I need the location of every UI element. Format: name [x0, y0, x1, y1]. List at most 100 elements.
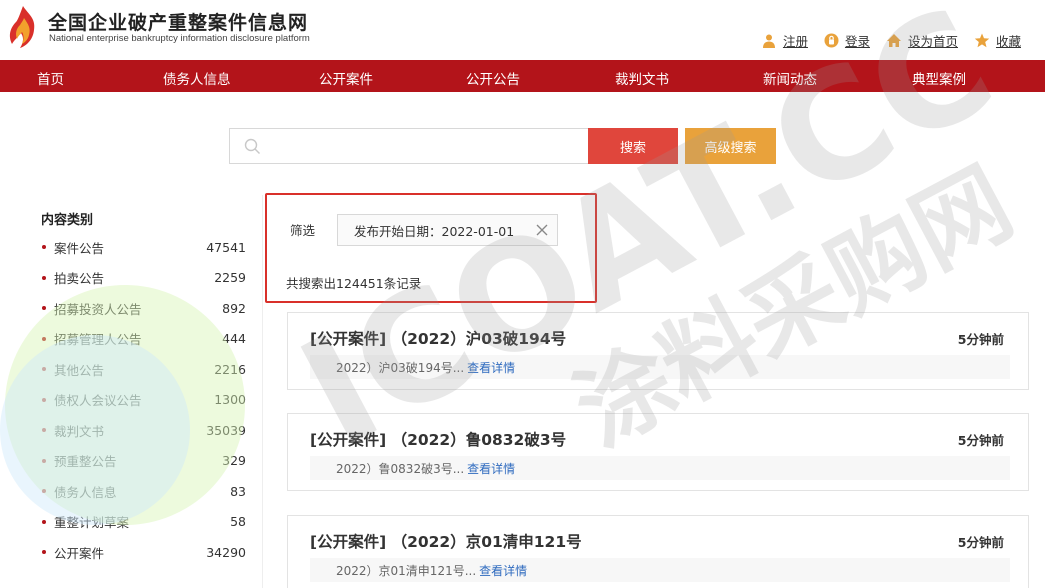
user-icon — [762, 34, 775, 48]
filter-label: 筛选 — [290, 223, 316, 238]
bullet-icon — [42, 336, 46, 341]
nav-public-notices[interactable]: 公开公告 — [466, 68, 520, 88]
nav-home[interactable]: 首页 — [37, 68, 64, 88]
set-homepage-link[interactable]: 设为首页 — [886, 31, 958, 50]
nav-news[interactable]: 新闻动态 — [763, 68, 817, 88]
bullet-icon — [42, 519, 46, 524]
view-details-link[interactable]: 查看详情 — [467, 460, 515, 477]
set-homepage-label: 设为首页 — [907, 34, 958, 49]
category-name: 重整计划草案 — [54, 515, 130, 531]
category-name: 案件公告 — [54, 240, 105, 256]
bullet-icon — [42, 275, 46, 280]
snippet-text: 2022）京01清申121号... — [336, 563, 477, 578]
site-header: 全国企业破产重整案件信息网 National enterprise bankru… — [0, 0, 1045, 60]
nav-typical-cases[interactable]: 典型案例 — [912, 68, 966, 88]
flame-logo-icon[interactable] — [6, 4, 40, 50]
register-label: 注册 — [782, 34, 808, 49]
star-icon — [974, 33, 990, 48]
nav-public-cases[interactable]: 公开案件 — [319, 68, 373, 88]
category-count: 47541 — [206, 239, 246, 255]
category-other-notice[interactable]: 其他公告 2216 — [40, 354, 246, 385]
result-title[interactable]: [公开案件] （2022）京01清申121号 — [310, 530, 582, 552]
advanced-search-button[interactable]: 高级搜索 — [685, 128, 776, 164]
bullet-icon — [42, 458, 46, 463]
snippet-text: 2022）沪03破194号... — [336, 360, 465, 375]
site-title: 全国企业破产重整案件信息网 — [48, 12, 309, 34]
login-label: 登录 — [844, 34, 870, 49]
category-debtor-info[interactable]: 债务人信息 83 — [40, 476, 246, 507]
category-count: 329 — [222, 453, 246, 469]
category-administrator-recruit[interactable]: 招募管理人公告 444 — [40, 324, 246, 355]
result-time: 5分钟前 — [957, 433, 1004, 448]
login-link[interactable]: 登录 — [824, 31, 870, 50]
result-title[interactable]: [公开案件] （2022）沪03破194号 — [310, 327, 566, 349]
category-count: 35039 — [206, 422, 246, 438]
result-count: 共搜索出124451条记录 — [286, 276, 422, 291]
result-time: 5分钟前 — [957, 332, 1004, 347]
nav-debtor-info[interactable]: 债务人信息 — [163, 68, 231, 88]
category-name: 裁判文书 — [54, 423, 105, 439]
category-public-cases[interactable]: 公开案件 34290 — [40, 537, 246, 568]
main-nav: 首页 债务人信息 公开案件 公开公告 裁判文书 新闻动态 典型案例 — [0, 60, 1045, 92]
category-count: 83 — [230, 483, 246, 499]
top-links: 注册 登录 设为首页 收藏 — [745, 31, 1021, 50]
search-icon — [244, 138, 260, 154]
category-name: 债权人会议公告 — [54, 393, 142, 409]
category-list: 案件公告 47541 拍卖公告 2259 招募投资人公告 892 招募管理人公告 444… — [40, 232, 246, 568]
category-count: 1300 — [214, 392, 246, 408]
category-name: 预重整公告 — [54, 454, 117, 470]
category-count: 58 — [230, 514, 246, 530]
category-count: 2259 — [214, 270, 246, 286]
result-card[interactable]: [公开案件] （2022）沪03破194号 5分钟前 2022）沪03破194号… — [287, 312, 1029, 390]
category-auction-notice[interactable]: 拍卖公告 2259 — [40, 263, 246, 294]
search-input[interactable] — [270, 135, 580, 157]
sidebar-title: 内容类别 — [41, 213, 94, 228]
result-title[interactable]: [公开案件] （2022）鲁0832破3号 — [310, 428, 566, 450]
category-count: 444 — [222, 331, 246, 347]
category-reorg-plan[interactable]: 重整计划草案 58 — [40, 507, 246, 538]
category-count: 2216 — [214, 361, 246, 377]
result-snippet: 2022）鲁0832破3号... 查看详情 — [310, 456, 1010, 480]
search-box[interactable] — [229, 128, 589, 164]
category-count: 34290 — [206, 544, 246, 560]
snippet-text: 2022）鲁0832破3号... — [336, 461, 465, 476]
close-icon[interactable] — [535, 223, 549, 237]
view-details-link[interactable]: 查看详情 — [479, 562, 527, 579]
sidebar-divider — [262, 195, 263, 588]
category-investor-recruit[interactable]: 招募投资人公告 892 — [40, 293, 246, 324]
category-pre-reorg[interactable]: 预重整公告 329 — [40, 446, 246, 477]
search-button[interactable]: 搜索 — [588, 128, 678, 164]
view-details-link[interactable]: 查看详情 — [467, 359, 515, 376]
category-name: 其他公告 — [54, 362, 105, 378]
register-link[interactable]: 注册 — [761, 31, 808, 50]
result-card[interactable]: [公开案件] （2022）鲁0832破3号 5分钟前 2022）鲁0832破3号… — [287, 413, 1029, 491]
login-icon — [824, 33, 839, 48]
nav-judgments[interactable]: 裁判文书 — [615, 68, 669, 88]
favorite-label: 收藏 — [995, 34, 1021, 49]
home-icon — [886, 34, 901, 47]
result-card[interactable]: [公开案件] （2022）京01清申121号 5分钟前 2022）京01清申12… — [287, 515, 1029, 588]
bullet-icon — [42, 550, 46, 555]
bullet-icon — [42, 428, 46, 433]
filter-chip-start-date[interactable]: 发布开始日期：2022-01-01 — [337, 214, 558, 246]
result-snippet: 2022）沪03破194号... 查看详情 — [310, 355, 1010, 379]
bullet-icon — [42, 489, 46, 494]
category-name: 公开案件 — [54, 545, 105, 561]
result-time: 5分钟前 — [957, 535, 1004, 550]
filter-chip-label: 发布开始日期：2022-01-01 — [354, 223, 515, 239]
category-name: 债务人信息 — [54, 484, 117, 500]
site-subtitle: National enterprise bankruptcy informati… — [49, 33, 310, 44]
category-case-notice[interactable]: 案件公告 47541 — [40, 232, 246, 263]
bullet-icon — [42, 397, 46, 402]
category-name: 拍卖公告 — [54, 271, 105, 287]
category-name: 招募投资人公告 — [54, 301, 142, 317]
bullet-icon — [42, 306, 46, 311]
category-creditor-meeting[interactable]: 债权人会议公告 1300 — [40, 385, 246, 416]
bullet-icon — [42, 367, 46, 372]
category-name: 招募管理人公告 — [54, 332, 142, 348]
bullet-icon — [42, 245, 46, 250]
category-judgments[interactable]: 裁判文书 35039 — [40, 415, 246, 446]
favorite-link[interactable]: 收藏 — [974, 31, 1021, 50]
result-snippet: 2022）京01清申121号... 查看详情 — [310, 558, 1010, 582]
category-count: 892 — [222, 300, 246, 316]
